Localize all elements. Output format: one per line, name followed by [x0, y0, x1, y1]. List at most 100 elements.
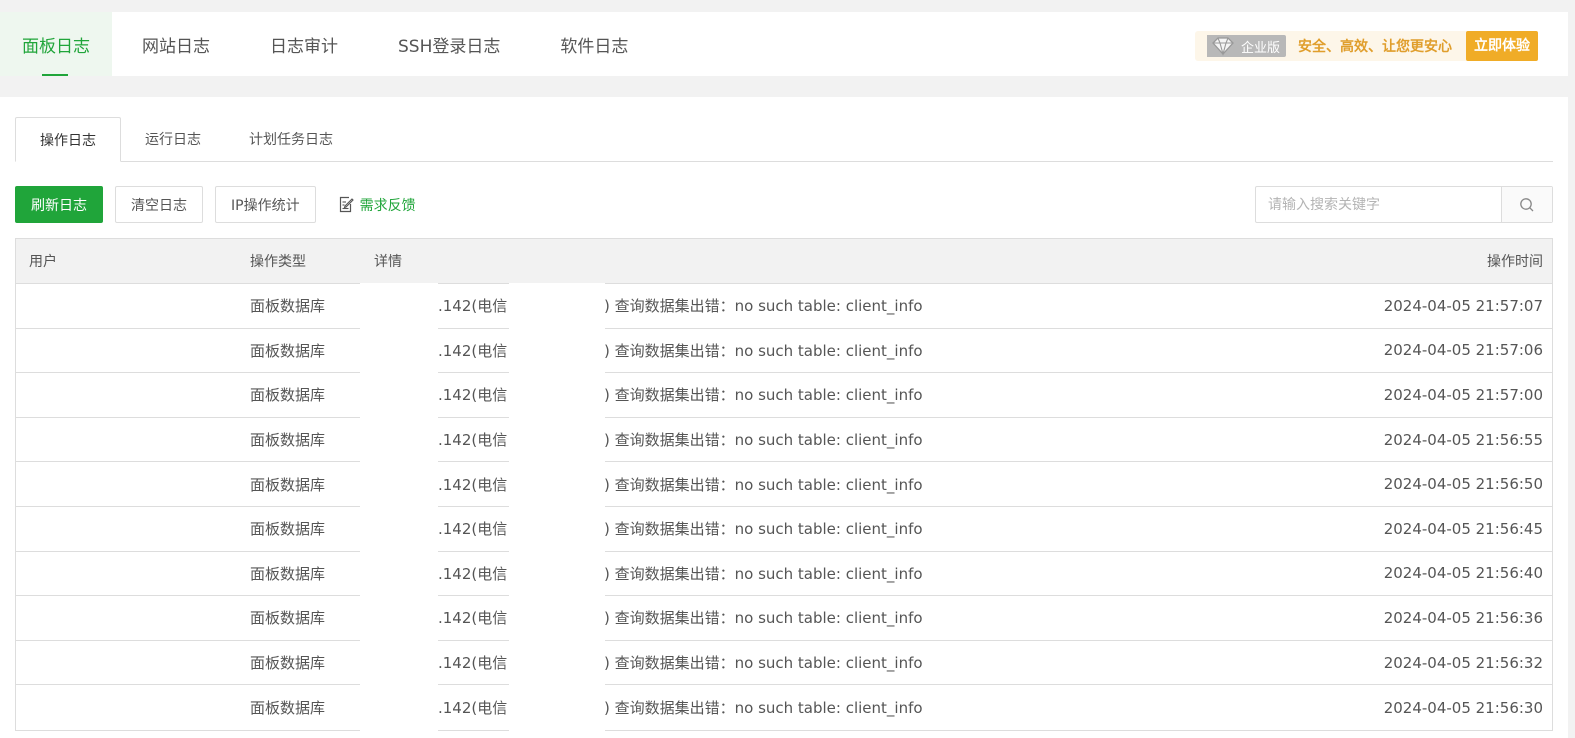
try-now-button[interactable]: 立即体验 [1466, 31, 1538, 61]
cell-user [16, 373, 237, 417]
detail-message: ) 查询数据集出错：no such table: client_info [604, 699, 923, 718]
cell-time: 2024-04-05 21:56:40 [1383, 564, 1543, 583]
cell-detail: .142(电信 ) 查询数据集出错：no such table: client_i… [360, 550, 1292, 597]
detail-message: ) 查询数据集出错：no such table: client_info [604, 564, 923, 583]
redaction-mask [17, 551, 101, 596]
search-input[interactable] [1256, 187, 1501, 222]
redaction-mask [509, 372, 605, 418]
cell-type: 面板数据库 [250, 475, 326, 494]
detail-message: ) 查询数据集出错：no such table: client_info [604, 654, 923, 673]
feedback-link[interactable]: 需求反馈 [338, 195, 416, 215]
table-row: 面板数据库 .142(电信 ) 查询数据集出错：no such table: cli… [16, 416, 1552, 463]
cell-time: 2024-04-05 21:57:07 [1383, 296, 1543, 315]
cell-user [16, 685, 237, 730]
enterprise-badge: 企业版 [1206, 35, 1286, 57]
table-row: 面板数据库 .142(电信) 查询数据集出错：no such table: cli… [16, 327, 1552, 374]
detail-ip: .142(电信 [438, 699, 508, 718]
detail-ip: .142(电信 [438, 341, 508, 360]
cell-user [16, 640, 237, 685]
redaction-mask [17, 462, 101, 506]
detail-message: ) 查询数据集出错：no such table: client_info [604, 386, 923, 405]
detail-ip: .142(电信 [438, 475, 508, 494]
redaction-mask [509, 327, 605, 374]
detail-ip: .142(电信 [438, 297, 508, 316]
detail-ip: .142(电信 [438, 609, 508, 628]
redaction-mask [509, 283, 605, 329]
cell-user [16, 506, 237, 551]
edit-note-icon [339, 196, 354, 213]
nav-tab-site-log[interactable]: 网站日志 [112, 12, 240, 76]
cell-detail: .142(电信) 查询数据集出错：no such table: client_i… [360, 639, 1292, 686]
subtab-run-log[interactable]: 运行日志 [121, 117, 225, 161]
subtab-cron-log[interactable]: 计划任务日志 [225, 117, 357, 161]
table-row: 面板数据库 .142(电信) 查询数据集出错：no such table: cli… [16, 639, 1552, 686]
redaction-mask [17, 506, 101, 551]
cell-type: 面板数据库 [250, 654, 326, 673]
table-row: 面板数据库 .142(电信) 查询数据集出错：no such table: cli… [16, 372, 1552, 418]
redaction-mask [360, 550, 438, 597]
cell-detail: .142(电信) 查询数据集出错：no such table: client_i… [360, 327, 1292, 374]
cell-time: 2024-04-05 21:56:55 [1383, 430, 1543, 449]
header-type: 操作类型 [250, 254, 306, 270]
redaction-mask [509, 595, 605, 641]
cell-detail: .142(电信 ) 查询数据集出错：no such table: client_i… [360, 461, 1292, 507]
table-row: 面板数据库 .142(电信) 查询数据集出错：no such table: cli… [16, 283, 1552, 329]
redaction-mask [17, 685, 101, 730]
search-button[interactable] [1501, 187, 1552, 222]
nav-tab-log-audit[interactable]: 日志审计 [240, 12, 368, 76]
nav-tab-ssh-login-log[interactable]: SSH登录日志 [368, 12, 530, 76]
redaction-mask [509, 639, 605, 686]
redaction-mask [509, 461, 605, 507]
table-row: 面板数据库 .142(电信) 查询数据集出错：no such table: cli… [16, 505, 1552, 552]
cell-time: 2024-04-05 21:56:36 [1383, 608, 1543, 627]
redaction-mask [360, 595, 438, 641]
cell-time: 2024-04-05 21:56:50 [1383, 475, 1543, 494]
cell-detail: .142(电信 ) 查询数据集出错：no such table: client_i… [360, 684, 1292, 731]
promo-slogan: 安全、高效、让您更安心 [1298, 39, 1452, 55]
enterprise-badge-label: 企业版 [1240, 40, 1280, 56]
cell-type: 面板数据库 [250, 431, 326, 450]
detail-ip: .142(电信 [438, 564, 508, 583]
cell-user [16, 284, 237, 328]
header-user: 用户 [29, 254, 57, 270]
redaction-mask [509, 684, 605, 731]
nav-tab-panel-log[interactable]: 面板日志 [0, 12, 112, 76]
detail-message: ) 查询数据集出错：no such table: client_info [604, 431, 923, 450]
redaction-mask [360, 461, 438, 507]
cell-type: 面板数据库 [250, 564, 326, 583]
cell-detail: .142(电信 ) 查询数据集出错：no such table: client_i… [360, 595, 1292, 641]
table-row: 面板数据库 .142(电信) 查询数据集出错：no such table: cli… [16, 595, 1552, 641]
cell-user [16, 596, 237, 640]
sub-tabs: 操作日志 运行日志 计划任务日志 [15, 117, 1553, 162]
detail-message: ) 查询数据集出错：no such table: client_info [604, 297, 923, 316]
table-row: 面板数据库 .142(电信 ) 查询数据集出错：no such table: cli… [16, 461, 1552, 507]
header-time: 操作时间 [1487, 254, 1543, 270]
redaction-mask [509, 416, 605, 463]
cell-type: 面板数据库 [250, 520, 326, 539]
redaction-mask [17, 328, 101, 373]
top-nav: 面板日志 网站日志 日志审计 SSH登录日志 软件日志 企业版 安全、高效、让您… [0, 12, 1568, 76]
redaction-mask [360, 684, 438, 731]
subtab-operation-log[interactable]: 操作日志 [15, 117, 121, 162]
search-box [1255, 186, 1553, 223]
redaction-mask [360, 327, 438, 374]
table-header: 用户 操作类型 详情 操作时间 [16, 239, 1552, 284]
cell-time: 2024-04-05 21:56:45 [1383, 519, 1543, 538]
search-icon [1520, 197, 1534, 211]
detail-message: ) 查询数据集出错：no such table: client_info [604, 609, 923, 628]
cell-detail: .142(电信) 查询数据集出错：no such table: client_i… [360, 505, 1292, 552]
nav-tab-software-log[interactable]: 软件日志 [530, 12, 658, 76]
detail-ip: .142(电信 [438, 520, 508, 539]
clear-log-button[interactable]: 清空日志 [115, 186, 203, 223]
toolbar: 刷新日志 清空日志 IP操作统计 需求反馈 [15, 186, 416, 223]
cell-detail: .142(电信 ) 查询数据集出错：no such table: client_i… [360, 416, 1292, 463]
detail-ip: .142(电信 [438, 431, 508, 450]
cell-user [16, 417, 237, 462]
cell-time: 2024-04-05 21:57:06 [1383, 341, 1543, 360]
ip-stats-button[interactable]: IP操作统计 [215, 186, 316, 223]
table-row: 面板数据库 .142(电信) 查询数据集出错：no such table: cli… [16, 684, 1552, 731]
cell-time: 2024-04-05 21:57:00 [1383, 385, 1543, 404]
redaction-mask [360, 416, 438, 463]
refresh-log-button[interactable]: 刷新日志 [15, 186, 103, 223]
detail-message: ) 查询数据集出错：no such table: client_info [604, 475, 923, 494]
